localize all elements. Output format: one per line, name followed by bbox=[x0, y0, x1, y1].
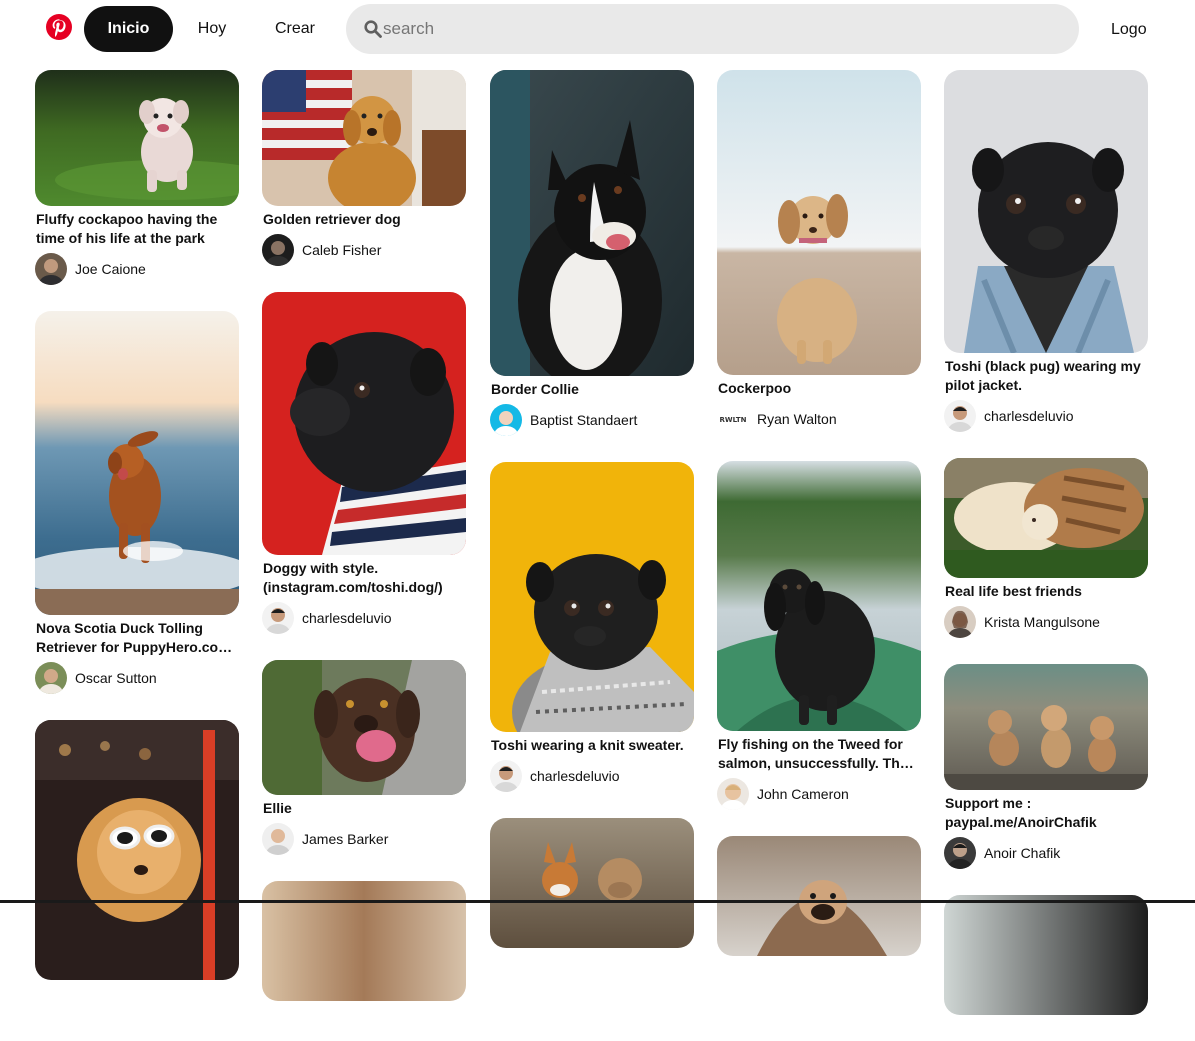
pin-title: Support me : paypal.me/AnoirChafik bbox=[945, 795, 1097, 830]
author-name: John Cameron bbox=[757, 786, 849, 802]
pin-image[interactable] bbox=[262, 70, 466, 206]
pin-image[interactable] bbox=[490, 70, 694, 376]
author-name: Krista Mangulsone bbox=[984, 614, 1100, 630]
pin-card: Ellie James Barker bbox=[262, 660, 466, 855]
pin-card: Doggy with style. (instagram.com/toshi.d… bbox=[262, 292, 466, 634]
pin-title: Border Collie bbox=[491, 381, 579, 397]
author-name: Baptist Standaert bbox=[530, 412, 638, 428]
pin-column-1: Fluffy cockapoo having the time of his l… bbox=[35, 70, 239, 1006]
author-name: charlesdeluvio bbox=[302, 610, 392, 626]
avatar bbox=[944, 837, 976, 869]
pin-image[interactable] bbox=[490, 462, 694, 732]
pin-card: Toshi wearing a knit sweater. charlesdel… bbox=[490, 462, 694, 792]
pin-column-5: Toshi (black pug) wearing my pilot jacke… bbox=[944, 70, 1148, 1041]
pin-image[interactable] bbox=[944, 458, 1148, 578]
pin-image[interactable] bbox=[944, 664, 1148, 790]
profile-link[interactable]: Logo bbox=[1111, 21, 1147, 39]
search-input[interactable] bbox=[382, 13, 1079, 45]
pin-card bbox=[35, 720, 239, 980]
avatar bbox=[262, 823, 294, 855]
pin-card: Nova Scotia Duck Tolling Retriever for P… bbox=[35, 311, 239, 694]
nav-today-button[interactable]: Hoy bbox=[180, 6, 244, 52]
pin-image[interactable] bbox=[490, 818, 694, 948]
pin-title: Doggy with style. (instagram.com/toshi.d… bbox=[263, 560, 443, 595]
pin-author[interactable]: Joe Caione bbox=[35, 253, 239, 285]
pin-image[interactable] bbox=[35, 720, 239, 980]
pin-title: Toshi (black pug) wearing my pilot jacke… bbox=[945, 358, 1141, 393]
pinterest-logo-icon[interactable] bbox=[46, 14, 72, 40]
pin-author[interactable]: Caleb Fisher bbox=[262, 234, 466, 266]
pin-card bbox=[490, 818, 694, 948]
pin-card: Cockerpoo RWLTN Ryan Walton bbox=[717, 70, 921, 435]
avatar bbox=[35, 253, 67, 285]
pin-column-4: Cockerpoo RWLTN Ryan Walton Fly fishing … bbox=[717, 70, 921, 982]
pin-title: Toshi wearing a knit sweater. bbox=[491, 737, 684, 753]
pin-card bbox=[717, 836, 921, 956]
pin-title: Cockerpoo bbox=[718, 380, 792, 396]
author-name: Ryan Walton bbox=[757, 411, 837, 427]
pin-column-2: Golden retriever dog Caleb Fisher Doggy … bbox=[262, 70, 466, 1027]
pin-title: Fly fishing on the Tweed for salmon, uns… bbox=[718, 736, 908, 771]
avatar bbox=[490, 404, 522, 436]
pin-title: Nova Scotia Duck Tolling Retriever for P… bbox=[36, 620, 236, 655]
pin-author[interactable]: charlesdeluvio bbox=[262, 602, 466, 634]
pin-card: Fly fishing on the Tweed for salmon, uns… bbox=[717, 461, 921, 810]
avatar bbox=[262, 602, 294, 634]
avatar bbox=[35, 662, 67, 694]
pin-card: Toshi (black pug) wearing my pilot jacke… bbox=[944, 70, 1148, 432]
avatar: RWLTN bbox=[717, 403, 749, 435]
svg-text:RWLTN: RWLTN bbox=[719, 416, 746, 424]
pin-title: Real life best friends bbox=[945, 583, 1082, 599]
search-bar[interactable] bbox=[346, 4, 1079, 54]
author-name: charlesdeluvio bbox=[984, 408, 1074, 424]
author-name: Caleb Fisher bbox=[302, 242, 382, 258]
pin-author[interactable]: RWLTN Ryan Walton bbox=[717, 403, 921, 435]
pin-title: Ellie bbox=[263, 800, 292, 816]
pin-image[interactable] bbox=[944, 70, 1148, 353]
pin-image[interactable] bbox=[35, 70, 239, 206]
pin-author[interactable]: Baptist Standaert bbox=[490, 404, 694, 436]
pin-card: Border Collie Baptist Standaert bbox=[490, 70, 694, 436]
pin-author[interactable]: charlesdeluvio bbox=[490, 760, 694, 792]
pin-image[interactable] bbox=[262, 660, 466, 795]
author-name: James Barker bbox=[302, 831, 389, 847]
avatar bbox=[490, 760, 522, 792]
pin-card bbox=[944, 895, 1148, 1015]
pin-column-3: Border Collie Baptist Standaert Toshi we… bbox=[490, 70, 694, 974]
avatar bbox=[262, 234, 294, 266]
author-name: Oscar Sutton bbox=[75, 670, 157, 686]
pin-card: Golden retriever dog Caleb Fisher bbox=[262, 70, 466, 266]
search-icon bbox=[364, 20, 382, 38]
avatar bbox=[944, 606, 976, 638]
pin-author[interactable]: Oscar Sutton bbox=[35, 662, 239, 694]
pin-card: Support me : paypal.me/AnoirChafik Anoir… bbox=[944, 664, 1148, 869]
nav-create-button[interactable]: Crear bbox=[262, 6, 328, 52]
pin-image[interactable] bbox=[717, 70, 921, 375]
pin-image[interactable] bbox=[262, 292, 466, 555]
pin-card: Real life best friends Krista Mangulsone bbox=[944, 458, 1148, 638]
pin-image[interactable] bbox=[717, 461, 921, 731]
pin-image[interactable] bbox=[262, 881, 466, 1001]
author-name: charlesdeluvio bbox=[530, 768, 620, 784]
pin-image[interactable] bbox=[717, 836, 921, 956]
pin-author[interactable]: James Barker bbox=[262, 823, 466, 855]
pin-author[interactable]: Krista Mangulsone bbox=[944, 606, 1148, 638]
top-nav: Inicio Hoy Crear Logo bbox=[0, 0, 1195, 62]
pin-author[interactable]: charlesdeluvio bbox=[944, 400, 1148, 432]
pin-title: Golden retriever dog bbox=[263, 211, 401, 227]
pin-image[interactable] bbox=[35, 311, 239, 615]
avatar bbox=[717, 778, 749, 810]
nav-home-button[interactable]: Inicio bbox=[84, 6, 173, 52]
avatar bbox=[944, 400, 976, 432]
pin-author[interactable]: Anoir Chafik bbox=[944, 837, 1148, 869]
author-name: Joe Caione bbox=[75, 261, 146, 277]
pin-image[interactable] bbox=[944, 895, 1148, 1015]
pin-card: Fluffy cockapoo having the time of his l… bbox=[35, 70, 239, 285]
pin-card bbox=[262, 881, 466, 1001]
author-name: Anoir Chafik bbox=[984, 845, 1061, 861]
pin-author[interactable]: John Cameron bbox=[717, 778, 921, 810]
pin-title: Fluffy cockapoo having the time of his l… bbox=[36, 211, 218, 246]
